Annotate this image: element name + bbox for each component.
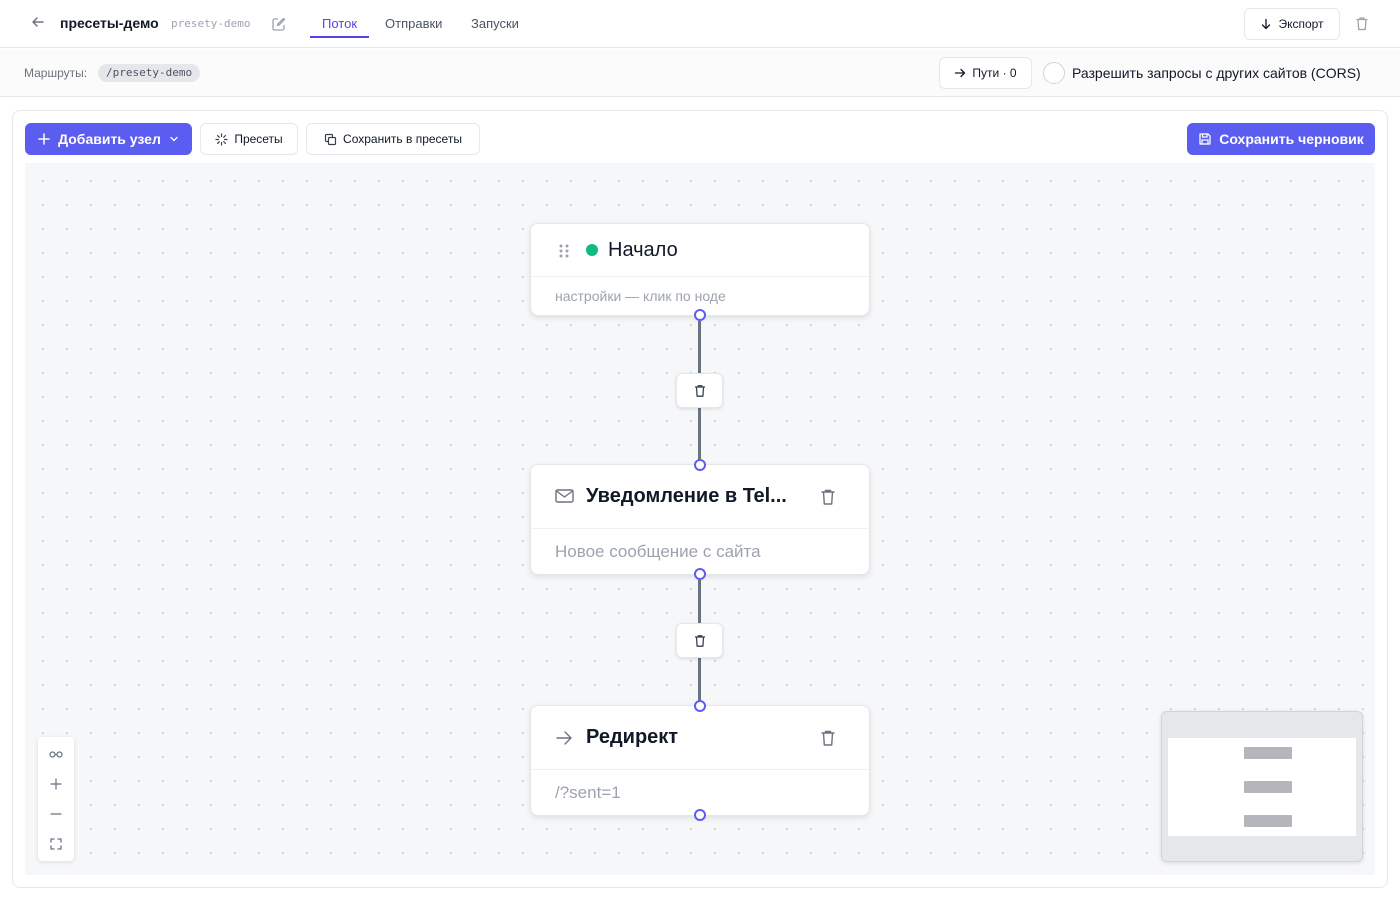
node-input-handle[interactable]	[694, 700, 706, 712]
node-subtitle: Новое сообщение с сайта	[555, 542, 761, 561]
edge-delete-button[interactable]	[676, 373, 723, 408]
node-output-handle[interactable]	[694, 809, 706, 821]
node-subtitle: настройки — клик по ноде	[555, 288, 726, 304]
paths-label: Пути · 0	[972, 66, 1017, 80]
save-to-presets-button[interactable]: Сохранить в пресеты	[306, 123, 480, 155]
binoculars-icon[interactable]	[38, 739, 74, 769]
paths-button[interactable]: Пути · 0	[939, 57, 1032, 89]
routes-label: Маршруты:	[24, 66, 88, 80]
add-node-button[interactable]: Добавить узел	[25, 123, 192, 155]
canvas-controls	[38, 737, 74, 861]
chevron-down-icon	[170, 136, 178, 142]
project-title: пресеты-демо	[60, 15, 159, 31]
trash-icon[interactable]	[818, 728, 838, 748]
pencil-square-icon[interactable]	[271, 16, 287, 32]
node-output-handle[interactable]	[694, 309, 706, 321]
tab-submissions[interactable]: Отправки	[385, 16, 442, 31]
floppy-disk-icon	[1199, 133, 1211, 145]
trash-icon	[694, 634, 705, 647]
trash-icon	[694, 384, 705, 397]
tab-active-indicator	[310, 36, 369, 38]
route-chip[interactable]: /presety-demo	[98, 64, 201, 82]
arrow-right-icon	[556, 731, 572, 745]
plus-icon[interactable]	[38, 769, 74, 799]
tab-runs[interactable]: Запуски	[471, 16, 519, 31]
minimap-node	[1244, 747, 1292, 759]
save-to-presets-label: Сохранить в пресеты	[343, 132, 462, 146]
export-button[interactable]: Экспорт	[1244, 8, 1340, 40]
routes-bar: Маршруты: /presety-demo Пути · 0 Разреши…	[0, 49, 1400, 97]
project-slug: presety-demo	[171, 17, 251, 30]
save-draft-button[interactable]: Сохранить черновик	[1187, 123, 1375, 155]
trash-icon[interactable]	[1352, 14, 1372, 34]
node-subtitle: /?sent=1	[555, 783, 621, 802]
flow-node-telegram-notify[interactable]: Уведомление в Tel... Новое сообщение с с…	[530, 464, 870, 575]
node-title: Уведомление в Tel...	[586, 485, 787, 507]
minus-icon[interactable]	[38, 799, 74, 829]
trash-icon[interactable]	[818, 487, 838, 507]
presets-button[interactable]: Пресеты	[200, 123, 298, 155]
plus-icon	[38, 133, 50, 145]
node-title: Редирект	[586, 726, 679, 748]
arrow-right-icon	[955, 68, 966, 78]
minimap-viewport[interactable]	[1168, 738, 1356, 836]
node-input-handle[interactable]	[694, 459, 706, 471]
status-dot	[586, 244, 598, 256]
flow-node-start[interactable]: Начало настройки — клик по ноде	[530, 223, 870, 316]
edge-delete-button[interactable]	[676, 623, 723, 658]
top-bar: пресеты-демо presety-demo Поток Отправки…	[0, 0, 1400, 48]
cors-checkbox[interactable]	[1043, 62, 1065, 84]
flow-node-redirect[interactable]: Редирект /?sent=1	[530, 705, 870, 816]
envelope-icon	[555, 489, 574, 503]
cors-label: Разрешить запросы с других сайтов (CORS)	[1072, 65, 1361, 81]
export-label: Экспорт	[1278, 17, 1324, 31]
presets-label: Пресеты	[234, 132, 283, 146]
drag-grip-icon[interactable]	[558, 243, 570, 259]
save-draft-label: Сохранить черновик	[1219, 131, 1364, 147]
minimap-node	[1244, 781, 1292, 793]
sparkle-icon	[215, 132, 228, 146]
minimap[interactable]	[1161, 711, 1363, 862]
add-node-label: Добавить узел	[58, 131, 161, 147]
node-title: Начало	[608, 239, 678, 261]
minimap-node	[1244, 815, 1292, 827]
tab-flow[interactable]: Поток	[322, 16, 357, 31]
node-output-handle[interactable]	[694, 568, 706, 580]
arrow-down-icon	[1262, 18, 1271, 30]
node-header	[531, 224, 869, 277]
expand-corners-icon[interactable]	[38, 829, 74, 859]
arrow-left-icon[interactable]	[28, 14, 48, 34]
copy-icon	[324, 133, 337, 145]
